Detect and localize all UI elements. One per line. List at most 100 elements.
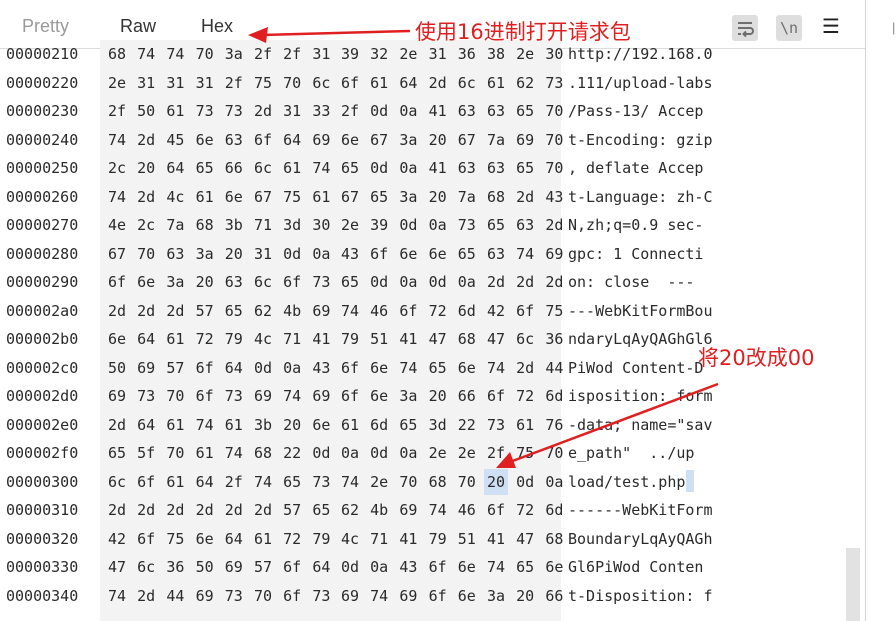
hex-byte[interactable]: 20 — [280, 416, 304, 434]
hex-byte[interactable]: 64 — [222, 530, 246, 548]
hex-byte[interactable]: 0a — [396, 273, 420, 291]
hex-byte[interactable]: 6d — [367, 416, 391, 434]
hex-byte[interactable]: 0a — [338, 444, 362, 462]
hex-byte[interactable]: 70 — [455, 473, 479, 491]
hex-byte[interactable]: 0a — [367, 558, 391, 576]
hex-byte[interactable]: 2d — [134, 131, 158, 149]
hex-byte[interactable]: 64 — [309, 558, 333, 576]
hex-byte[interactable]: 6f — [513, 302, 537, 320]
hex-byte[interactable]: 68 — [251, 444, 275, 462]
hex-byte[interactable]: 65 — [426, 359, 450, 377]
hex-byte[interactable]: 0d — [309, 444, 333, 462]
hex-byte[interactable]: 6f — [338, 359, 362, 377]
hex-byte[interactable]: 41 — [426, 102, 450, 120]
hex-byte[interactable]: 65 — [367, 188, 391, 206]
hex-byte[interactable]: 73 — [309, 273, 333, 291]
hex-byte[interactable]: 6c — [309, 74, 333, 92]
hex-byte[interactable]: 0d — [426, 273, 450, 291]
hex-byte[interactable]: 72 — [513, 387, 537, 405]
hex-byte[interactable]: 2d — [163, 302, 187, 320]
row-ascii[interactable]: ndaryLqAyQAGhGl6 — [568, 330, 713, 348]
hex-byte[interactable]: 70 — [280, 74, 304, 92]
hex-byte[interactable]: 57 — [251, 558, 275, 576]
hex-byte[interactable]: 0a — [426, 216, 450, 234]
hex-byte[interactable]: 7a — [455, 188, 479, 206]
hex-byte[interactable]: 65 — [193, 159, 217, 177]
row-ascii[interactable]: Gl6PiWod Conten — [568, 558, 703, 576]
hex-byte[interactable]: 2e — [367, 473, 391, 491]
hex-byte[interactable]: 74 — [396, 359, 420, 377]
hex-byte[interactable]: 65 — [455, 245, 479, 263]
hex-byte[interactable]: 6d — [455, 302, 479, 320]
hex-byte[interactable]: 70 — [163, 387, 187, 405]
hex-byte[interactable]: 71 — [280, 330, 304, 348]
hex-byte[interactable]: 61 — [222, 416, 246, 434]
row-ascii[interactable]: .111/upload-labs — [568, 74, 713, 92]
hex-byte[interactable]: 6f — [134, 530, 158, 548]
hamburger-menu-icon[interactable]: ☰ — [822, 14, 840, 38]
hex-byte[interactable]: 74 — [105, 188, 129, 206]
hex-byte[interactable]: 68 — [193, 216, 217, 234]
hex-byte[interactable]: 62 — [338, 501, 362, 519]
hex-byte[interactable]: 63 — [455, 102, 479, 120]
hex-byte[interactable]: 74 — [193, 416, 217, 434]
hex-byte[interactable]: 36 — [542, 330, 566, 348]
hex-byte[interactable]: 6e — [367, 387, 391, 405]
hex-byte[interactable]: 50 — [105, 359, 129, 377]
hex-byte[interactable]: 0d — [251, 359, 275, 377]
hex-byte[interactable]: 3a — [222, 45, 246, 63]
hex-byte[interactable]: 43 — [309, 359, 333, 377]
hex-byte[interactable]: 6f — [338, 387, 362, 405]
hex-byte[interactable]: 74 — [134, 45, 158, 63]
hex-byte[interactable]: 3d — [280, 216, 304, 234]
hex-byte[interactable]: 57 — [280, 501, 304, 519]
hex-byte[interactable]: 74 — [513, 245, 537, 263]
hex-byte[interactable]: 6f — [280, 273, 304, 291]
hex-byte[interactable]: 61 — [513, 416, 537, 434]
hex-byte[interactable]: 32 — [367, 45, 391, 63]
hex-byte[interactable]: 0a — [455, 273, 479, 291]
hex-byte[interactable]: 47 — [513, 530, 537, 548]
hex-byte[interactable]: 5f — [134, 444, 158, 462]
hex-byte[interactable]: 2d — [134, 587, 158, 605]
hex-byte[interactable]: 3a — [163, 273, 187, 291]
hex-byte[interactable]: 3a — [484, 587, 508, 605]
hex-byte[interactable]: 71 — [251, 216, 275, 234]
hex-byte[interactable]: 67 — [338, 188, 362, 206]
hex-byte[interactable]: 2e — [105, 74, 129, 92]
hex-byte[interactable]: 6e — [542, 558, 566, 576]
hex-byte[interactable]: 76 — [542, 416, 566, 434]
hex-byte[interactable]: 2d — [513, 273, 537, 291]
hex-byte[interactable]: 79 — [222, 330, 246, 348]
row-ascii[interactable]: t-Language: zh-C — [568, 188, 713, 206]
hex-byte[interactable]: 2f — [280, 45, 304, 63]
row-ascii[interactable]: /Pass-13/ Accep — [568, 102, 703, 120]
hex-byte[interactable]: 0a — [396, 444, 420, 462]
hex-byte[interactable]: 6f — [426, 558, 450, 576]
hex-byte[interactable]: 68 — [542, 530, 566, 548]
hex-byte[interactable]: 67 — [105, 245, 129, 263]
hex-byte[interactable]: 2d — [105, 501, 129, 519]
hex-byte[interactable]: 2d — [251, 501, 275, 519]
hex-byte[interactable]: 61 — [484, 74, 508, 92]
hex-byte[interactable]: 64 — [396, 74, 420, 92]
hex-byte[interactable]: 61 — [163, 416, 187, 434]
hex-byte[interactable]: 0a — [396, 102, 420, 120]
hex-byte[interactable]: 0a — [396, 159, 420, 177]
hex-byte[interactable]: 6e — [455, 359, 479, 377]
hex-byte[interactable]: 69 — [222, 558, 246, 576]
hex-byte[interactable]: 0a — [309, 245, 333, 263]
hex-byte[interactable]: 22 — [280, 444, 304, 462]
hex-byte[interactable]: 65 — [222, 302, 246, 320]
row-ascii[interactable]: isposition: form — [568, 387, 713, 405]
hex-byte[interactable]: 65 — [513, 102, 537, 120]
hex-byte[interactable]: 47 — [484, 330, 508, 348]
row-ascii[interactable]: ------WebKitForm — [568, 501, 713, 519]
hex-byte[interactable]: 70 — [542, 131, 566, 149]
hex-byte[interactable]: 2d — [484, 273, 508, 291]
hex-byte[interactable]: 6f — [193, 359, 217, 377]
hex-byte[interactable]: 2d — [513, 359, 537, 377]
hex-byte[interactable]: 69 — [513, 131, 537, 149]
hex-byte[interactable]: 73 — [134, 387, 158, 405]
selected-hex-byte[interactable]: 20 — [484, 468, 508, 495]
